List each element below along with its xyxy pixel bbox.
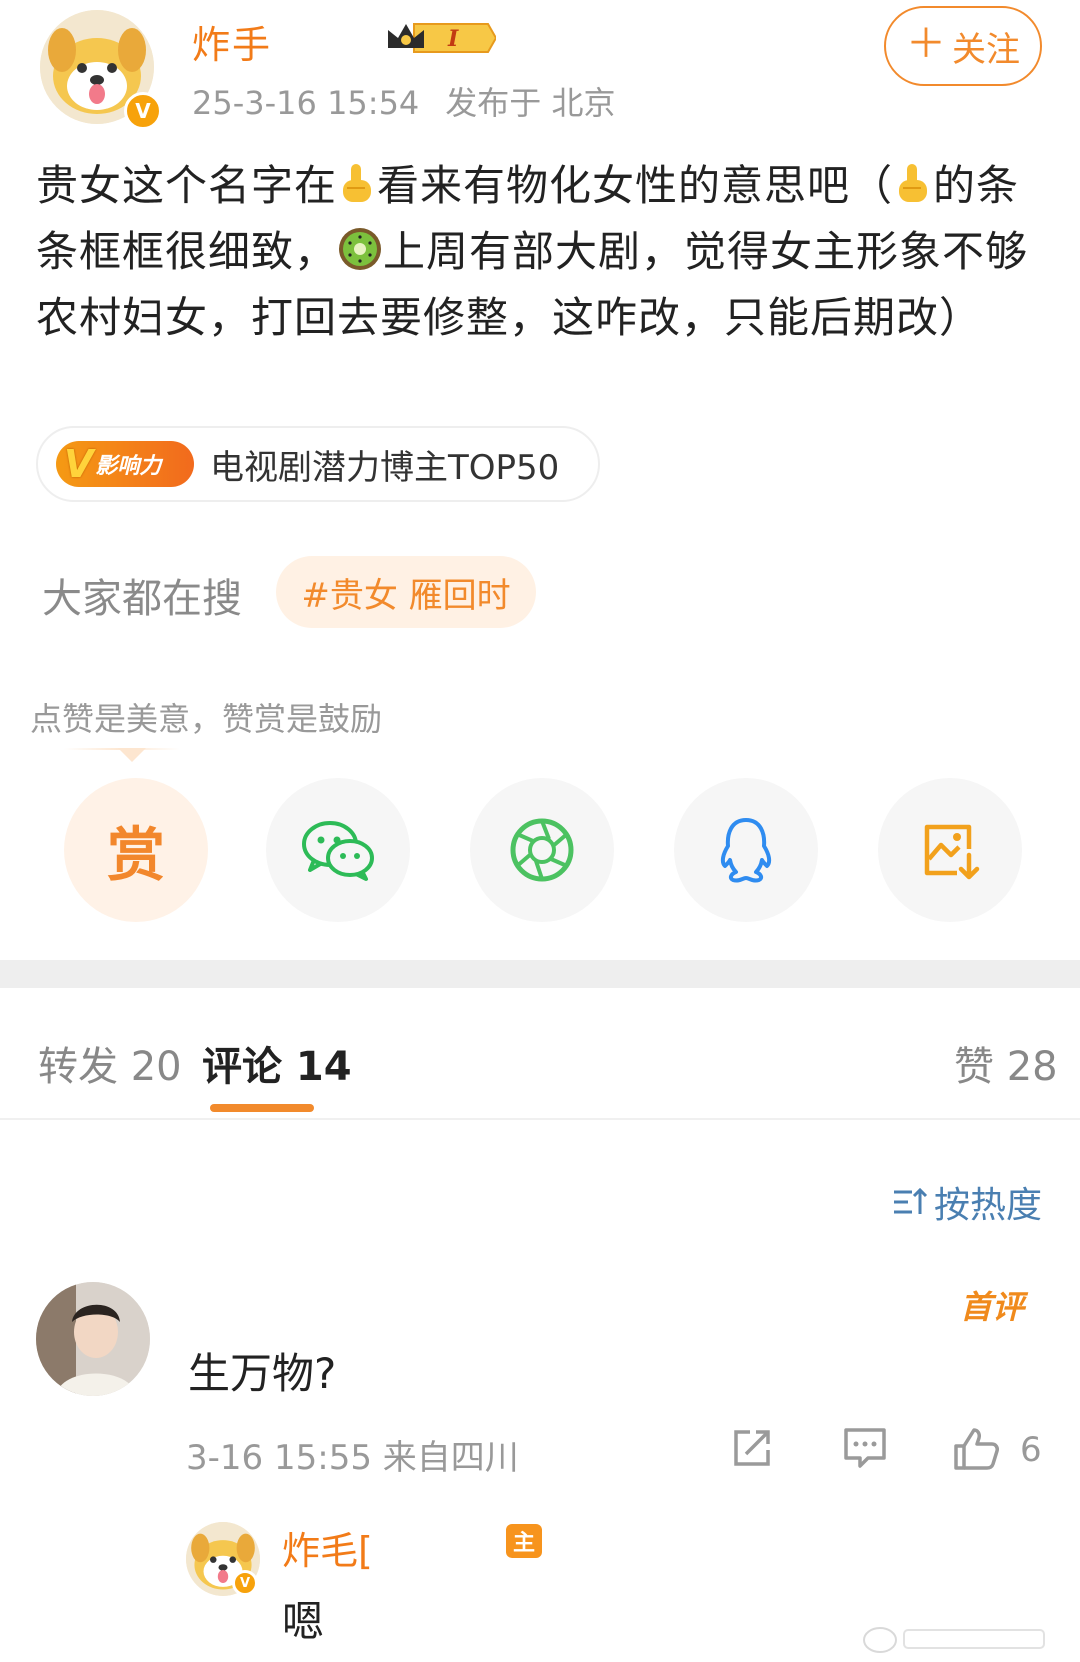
section-divider bbox=[0, 960, 1080, 988]
post-text-segment: 看来有物化女性的意思吧（ bbox=[377, 161, 894, 210]
reward-button[interactable]: 赏 bbox=[64, 778, 208, 922]
wechat-icon bbox=[302, 821, 374, 881]
tip-caret bbox=[118, 748, 146, 762]
like-comment-icon[interactable] bbox=[952, 1426, 1000, 1472]
share-row: 赏 bbox=[64, 778, 1024, 924]
tab-repost[interactable]: 转发 20 bbox=[38, 1034, 182, 1092]
post-text-segment: 贵女这个名字在 bbox=[36, 161, 338, 210]
influence-tag-label: 影响力 bbox=[95, 454, 162, 479]
share-wechat-button[interactable] bbox=[266, 778, 410, 922]
influence-tag: V 影响力 bbox=[56, 441, 194, 487]
kiwi-emoji-icon bbox=[337, 226, 383, 288]
pointing-up-emoji-icon bbox=[337, 162, 377, 222]
author-avatar[interactable]: V bbox=[40, 10, 162, 130]
share-moments-button[interactable] bbox=[470, 778, 614, 922]
follow-button[interactable]: ＋ 关注 bbox=[884, 6, 1042, 86]
crown-level-badge-icon[interactable]: I bbox=[384, 18, 496, 58]
sort-by-hot-button[interactable]: 按热度 bbox=[892, 1176, 1042, 1228]
reply-author-avatar[interactable]: V bbox=[186, 1522, 260, 1596]
tab-likes[interactable]: 赞 28 bbox=[954, 1034, 1058, 1092]
verified-icon: V bbox=[232, 1570, 258, 1596]
reward-tip: 点赞是美意，赞赏是鼓励 bbox=[30, 700, 383, 738]
follow-label: 关注 bbox=[952, 29, 1020, 70]
reply-author-name[interactable]: 炸毛[ bbox=[282, 1520, 373, 1575]
reply-text: 嗯 bbox=[282, 1597, 325, 1646]
watermark-logo-icon bbox=[863, 1627, 1045, 1653]
reward-icon: 赏 bbox=[106, 821, 165, 889]
comment-meta: 3-16 15:55 来自四川 bbox=[186, 1438, 519, 1478]
commenter-avatar[interactable] bbox=[36, 1282, 150, 1396]
qq-icon bbox=[720, 818, 772, 883]
tab-comments[interactable]: 评论 14 bbox=[202, 1034, 352, 1092]
author-name[interactable]: 炸手 bbox=[192, 14, 272, 69]
share-comment-icon[interactable] bbox=[730, 1426, 774, 1470]
share-qq-button[interactable] bbox=[674, 778, 818, 922]
plus-icon: ＋ bbox=[906, 21, 946, 67]
post-timestamp: 25-3-16 15:54 bbox=[192, 84, 420, 122]
author-badge: 主 bbox=[506, 1524, 542, 1558]
influence-badge[interactable]: V 影响力 电视剧潜力博主TOP50 bbox=[36, 426, 600, 502]
moments-icon bbox=[510, 818, 574, 882]
reply-comment-icon[interactable] bbox=[842, 1426, 888, 1470]
v-influence-icon: V bbox=[64, 442, 94, 486]
sort-icon bbox=[894, 1187, 928, 1214]
save-image-button[interactable] bbox=[878, 778, 1022, 922]
first-comment-badge: 首评 bbox=[960, 1288, 1025, 1326]
comment-like-count: 6 bbox=[1020, 1430, 1042, 1470]
interaction-tabs: 转发 20 评论 14 赞 28 bbox=[0, 988, 1080, 1120]
active-tab-indicator bbox=[210, 1104, 314, 1112]
verified-icon: V bbox=[124, 92, 162, 130]
post-location: 发布于 北京 bbox=[445, 84, 616, 122]
influence-text: 电视剧潜力博主TOP50 bbox=[210, 447, 560, 488]
trending-search-chip[interactable]: #贵女 雁回时 bbox=[276, 556, 536, 628]
pointing-up-emoji-icon bbox=[893, 162, 933, 222]
sort-label: 按热度 bbox=[934, 1185, 1043, 1226]
save-image-icon bbox=[924, 824, 980, 880]
trending-search-label: 大家都在搜 bbox=[42, 576, 242, 622]
comment-text: 生万物? bbox=[188, 1349, 337, 1398]
post-body: 贵女这个名字在 看来有物化女性的意思吧（ 的条条框框很细致， 上周有部大剧，觉得女主形… bbox=[36, 156, 1046, 348]
post-meta: 25-3-16 15:54 发布于 北京 bbox=[192, 78, 615, 124]
level-text: I bbox=[447, 26, 459, 52]
